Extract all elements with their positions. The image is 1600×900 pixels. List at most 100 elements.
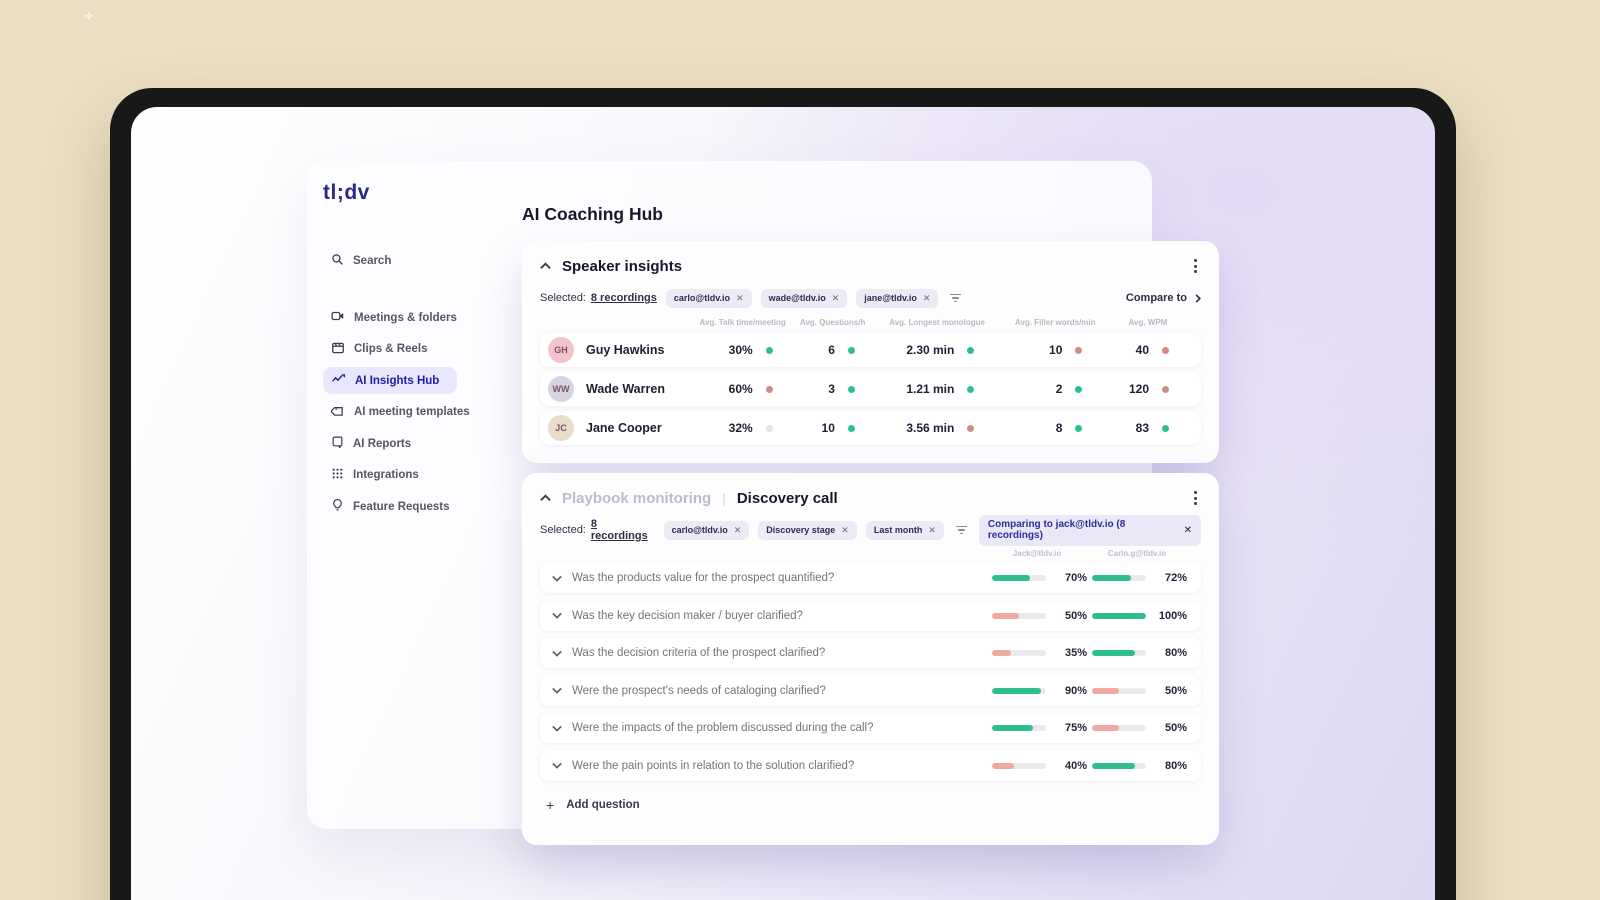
chevron-down-icon[interactable]: [552, 762, 562, 769]
add-question-button[interactable]: + Add question: [540, 790, 1201, 820]
selected-recordings-link[interactable]: 8 recordings: [591, 292, 657, 304]
speaker-columns-header: Avg. Talk time/meeting Avg. Questions/h …: [540, 318, 1201, 327]
filter-chip[interactable]: carlo@tldv.io ✕: [665, 288, 752, 308]
table-row[interactable]: GH Guy Hawkins 30% 6 2.30 min 10 40: [540, 333, 1201, 367]
speaker-filter-row: Selected: 8 recordings carlo@tldv.io ✕ w…: [540, 288, 1201, 308]
sidebar-item-ai-insights-hub[interactable]: AI Insights Hub: [323, 367, 457, 394]
plus-icon: +: [546, 796, 555, 813]
compare-to-button[interactable]: Compare to: [1126, 292, 1201, 304]
close-icon[interactable]: ✕: [928, 525, 936, 536]
tldv-logo: tl;dv: [323, 181, 370, 204]
progress-bar: [1092, 687, 1146, 694]
filter-funnel-icon[interactable]: [947, 291, 964, 306]
column-header: Avg. Longest monologue: [889, 318, 985, 327]
sidebar-item-meetings-folders[interactable]: Meetings & folders: [323, 304, 457, 331]
status-dot: [967, 385, 975, 393]
playbook-monitoring-panel: Playbook monitoring | Discovery call Sel…: [522, 473, 1219, 845]
sidebar-item-label: Search: [353, 254, 392, 267]
bar-percent: 50%: [1164, 722, 1187, 734]
list-item[interactable]: Were the impacts of the problem discusse…: [540, 713, 1201, 743]
selected-recordings-link[interactable]: 8 recordings: [591, 518, 655, 542]
list-item[interactable]: Was the decision criteria of the prospec…: [540, 638, 1201, 668]
metric-value: 30%: [728, 343, 753, 357]
speaker-name-cell: JC Jane Cooper: [548, 415, 691, 441]
collapse-chevron-up-icon[interactable]: [540, 494, 551, 502]
kebab-menu-icon[interactable]: [1190, 487, 1201, 509]
table-row[interactable]: WW Wade Warren 60% 3 1.21 min 2 120: [540, 372, 1201, 406]
laptop-frame: tl;dv Search Meetings & folders Clips & …: [110, 88, 1456, 900]
status-dot: [765, 385, 773, 393]
filter-chip[interactable]: carlo@tldv.io ✕: [663, 520, 750, 540]
speaker-name: Wade Warren: [586, 382, 665, 396]
bar-group-a: 40%: [987, 760, 1087, 772]
bar-percent: 50%: [1064, 609, 1087, 622]
speaker-name: Guy Hawkins: [586, 343, 665, 357]
metric-value: 83: [1135, 421, 1150, 435]
avatar: JC: [548, 415, 574, 441]
sidebar-item-feature-requests[interactable]: Feature Requests: [323, 493, 457, 520]
metric-cell: 3: [791, 382, 871, 396]
avatar: GH: [548, 337, 574, 363]
metric-value: 8: [1055, 421, 1063, 435]
sidebar-item-ai-meeting-templates[interactable]: AI meeting templates: [323, 399, 470, 426]
chevron-down-icon[interactable]: [552, 575, 562, 582]
column-header: Avg. Talk time/meeting: [699, 318, 786, 327]
speaker-name-cell: GH Guy Hawkins: [548, 337, 691, 363]
bar-percent: 75%: [1064, 722, 1087, 734]
chevron-down-icon[interactable]: [552, 612, 562, 619]
status-dot: [1075, 424, 1083, 432]
bar-percent: 80%: [1164, 759, 1187, 772]
speaker-insights-header: Speaker insights: [540, 255, 1201, 277]
status-dot: [847, 385, 855, 393]
comparing-to-chip[interactable]: Comparing to jack@tldv.io (8 recordings)…: [978, 514, 1201, 546]
metric-cell: 3.56 min: [871, 421, 1000, 435]
close-icon[interactable]: ✕: [841, 525, 849, 536]
chevron-down-icon[interactable]: [552, 687, 562, 694]
status-dot: [967, 346, 975, 354]
list-item[interactable]: Were the prospect's needs of cataloging …: [540, 675, 1201, 706]
chevron-down-icon[interactable]: [552, 650, 562, 657]
status-dot: [847, 424, 855, 432]
bar-percent: 40%: [1064, 759, 1087, 772]
status-dot: [847, 346, 855, 354]
list-item[interactable]: Were the pain points in relation to the …: [540, 750, 1201, 781]
table-row[interactable]: JC Jane Cooper 32% 10 3.56 min 8 83: [540, 411, 1201, 445]
avatar: WW: [548, 376, 574, 402]
filter-chip[interactable]: wade@tldv.io ✕: [760, 288, 848, 308]
sidebar-item-integrations[interactable]: Integrations: [323, 462, 457, 489]
playbook-filter-row: Selected: 8 recordings carlo@tldv.io ✕ D…: [540, 514, 1201, 546]
close-icon[interactable]: ✕: [923, 293, 931, 304]
chip-label: carlo@tldv.io: [671, 525, 728, 535]
speaker-table: GH Guy Hawkins 30% 6 2.30 min 10 40 WW W…: [540, 333, 1201, 445]
metric-cell: 60%: [691, 382, 791, 396]
list-item[interactable]: Was the key decision maker / buyer clari…: [540, 600, 1201, 631]
bar-percent: 50%: [1164, 684, 1187, 697]
question-text: Were the impacts of the problem discusse…: [572, 722, 874, 734]
kebab-menu-icon[interactable]: [1190, 255, 1201, 277]
close-icon[interactable]: ✕: [734, 525, 742, 536]
app-screen: tl;dv Search Meetings & folders Clips & …: [131, 107, 1435, 900]
speaker-insights-panel: Speaker insights Selected: 8 recordings …: [522, 241, 1219, 463]
list-item[interactable]: Was the products value for the prospect …: [540, 563, 1201, 593]
progress-bar: [992, 762, 1046, 769]
grid-dots-icon: [331, 467, 344, 483]
metric-cell: 30%: [691, 343, 791, 357]
filter-funnel-icon[interactable]: [953, 523, 970, 538]
metric-value: 120: [1128, 382, 1150, 396]
chevron-down-icon[interactable]: [552, 725, 562, 732]
bar-group-b: 100%: [1087, 610, 1187, 622]
sidebar-item-clips-reels[interactable]: Clips & Reels: [323, 336, 457, 363]
filter-chip[interactable]: Last month ✕: [865, 520, 944, 540]
sidebar-item-search[interactable]: Search: [323, 247, 457, 274]
collapse-chevron-up-icon[interactable]: [540, 262, 551, 270]
selected-label: Selected:: [540, 524, 586, 536]
bar-group-a: 75%: [987, 722, 1087, 734]
sidebar-item-ai-reports[interactable]: AI Reports: [323, 430, 457, 457]
lightbulb-icon: [331, 498, 344, 515]
filter-chip[interactable]: Discovery stage ✕: [758, 520, 857, 540]
close-icon[interactable]: ✕: [1184, 525, 1192, 536]
playbook-header: Playbook monitoring | Discovery call: [540, 487, 1201, 509]
filter-chip[interactable]: jane@tldv.io ✕: [856, 288, 939, 308]
close-icon[interactable]: ✕: [832, 293, 840, 304]
close-icon[interactable]: ✕: [736, 293, 744, 304]
